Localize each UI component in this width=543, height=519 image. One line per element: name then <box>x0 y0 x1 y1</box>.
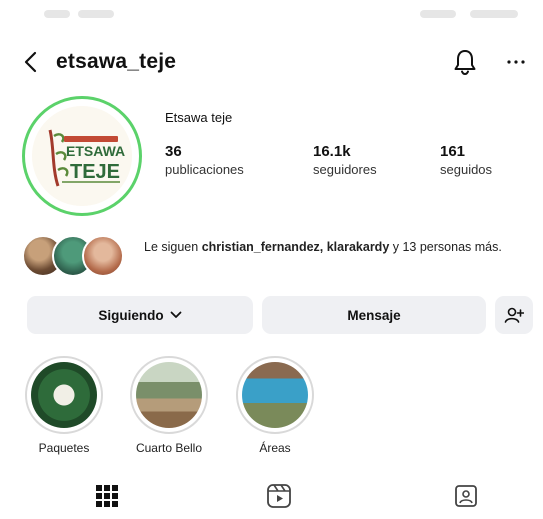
add-person-icon <box>504 307 524 323</box>
message-button-label: Mensaje <box>347 307 401 323</box>
highlight-ring <box>25 356 103 434</box>
profile-username: etsawa_teje <box>56 50 177 73</box>
status-time-rest <box>78 10 114 18</box>
suggest-people-button[interactable] <box>495 296 533 334</box>
following-button[interactable]: Siguiendo <box>27 296 253 334</box>
highlight-label: Cuarto Bello <box>135 441 203 455</box>
highlight-cover <box>242 362 308 428</box>
profile-header: etsawa_teje <box>0 40 543 84</box>
notifications-button[interactable] <box>452 48 478 76</box>
stat-followers-label: seguidores <box>313 162 377 177</box>
highlight-areas[interactable]: Áreas <box>233 356 317 455</box>
profile-content-tabs <box>0 476 543 516</box>
chevron-left-icon <box>24 51 37 73</box>
profile-display-name: Etsawa teje <box>165 110 233 125</box>
tab-tagged[interactable] <box>452 482 480 510</box>
more-horizontal-icon <box>507 60 525 64</box>
stat-following-value: 161 <box>440 143 466 160</box>
status-time <box>44 10 70 18</box>
more-options-button[interactable] <box>502 48 530 76</box>
tab-posts-grid[interactable] <box>93 482 121 510</box>
svg-text:ETSAWA: ETSAWA <box>66 143 125 159</box>
highlight-ring <box>130 356 208 434</box>
highlight-label: Áreas <box>259 441 291 455</box>
followed-by-text: Le siguen christian_fernandez, klarakard… <box>144 238 534 257</box>
followed-by-suffix: y 13 personas más. <box>389 240 502 254</box>
highlight-paquetes[interactable]: Paquetes <box>22 356 106 455</box>
followed-by-row[interactable]: Le siguen christian_fernandez, klarakard… <box>22 235 532 279</box>
stat-posts-value: 36 <box>165 143 182 160</box>
following-button-label: Siguiendo <box>98 307 164 323</box>
stat-followers-value: 16.1k <box>313 143 351 160</box>
avatar-logo: ETSAWA TEJE <box>32 106 132 206</box>
status-signal <box>420 10 456 18</box>
stat-following[interactable]: 161 seguidos <box>440 143 492 177</box>
stat-posts[interactable]: 36 publicaciones <box>165 143 244 177</box>
chevron-down-icon <box>170 311 182 318</box>
grid-icon <box>96 485 118 507</box>
highlight-ring <box>236 356 314 434</box>
status-battery <box>470 10 518 18</box>
highlight-cover <box>31 362 97 428</box>
followed-by-names[interactable]: christian_fernandez, klarakardy <box>202 240 390 254</box>
tagged-icon <box>455 485 477 507</box>
svg-text:TEJE: TEJE <box>70 161 120 183</box>
profile-avatar[interactable]: ETSAWA TEJE <box>22 96 142 216</box>
highlight-cover <box>136 362 202 428</box>
follower-avatar <box>82 235 124 277</box>
tab-reels[interactable] <box>265 482 293 510</box>
stat-following-label: seguidos <box>440 162 493 177</box>
status-bar <box>0 0 543 34</box>
back-button[interactable] <box>20 50 44 74</box>
etsawa-teje-logo: ETSAWA TEJE <box>32 106 132 206</box>
stat-followers[interactable]: 16.1k seguidores <box>313 143 377 177</box>
followed-by-prefix: Le siguen <box>144 240 202 254</box>
message-button[interactable]: Mensaje <box>262 296 486 334</box>
highlight-label: Paquetes <box>38 441 90 455</box>
bell-icon <box>454 50 476 76</box>
stat-posts-label: publicaciones <box>165 162 244 177</box>
highlight-cuarto-bello[interactable]: Cuarto Bello <box>127 356 211 455</box>
reels-icon <box>267 484 291 508</box>
